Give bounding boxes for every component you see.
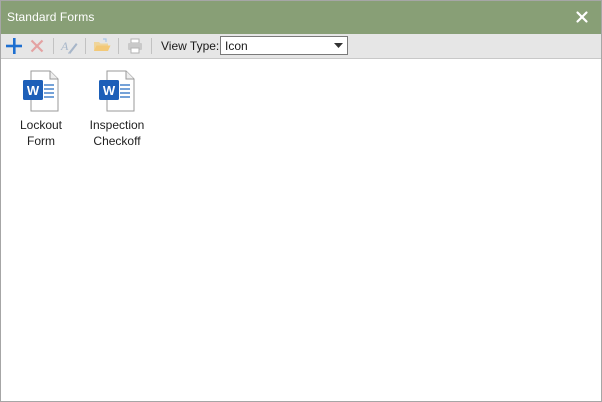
svg-text:W: W	[27, 83, 40, 98]
file-label: Lockout Form	[19, 118, 63, 148]
file-label: Inspection Checkoff	[89, 118, 145, 148]
svg-text:A: A	[60, 39, 69, 53]
open-folder-icon	[94, 38, 111, 51]
word-document-icon: W	[23, 70, 59, 112]
rename-icon: A	[60, 39, 78, 54]
word-document-icon: W	[99, 70, 135, 112]
print-button[interactable]	[125, 36, 145, 56]
view-type-label: View Type:	[161, 39, 220, 53]
print-icon	[128, 38, 142, 54]
toolbar: A View Type: Icon	[1, 34, 601, 59]
window-title: Standard Forms	[7, 10, 95, 24]
standard-forms-window: Standard Forms A View Type: Icon W Locko…	[0, 0, 602, 402]
toolbar-separator	[118, 38, 119, 54]
close-icon	[576, 11, 588, 23]
chevron-down-icon	[334, 43, 343, 48]
close-button[interactable]	[571, 6, 593, 28]
toolbar-separator	[53, 38, 54, 54]
title-bar: Standard Forms	[1, 1, 601, 34]
file-item-inspection-checkoff[interactable]: W Inspection Checkoff	[80, 69, 154, 151]
view-type-value: Icon	[225, 39, 248, 53]
open-folder-button[interactable]	[92, 36, 112, 56]
view-type-select[interactable]: Icon	[220, 36, 348, 55]
file-item-lockout-form[interactable]: W Lockout Form	[4, 69, 78, 151]
delete-x-icon	[30, 39, 44, 53]
add-button[interactable]	[4, 36, 24, 56]
rename-button[interactable]: A	[59, 36, 79, 56]
delete-button[interactable]	[27, 36, 47, 56]
forms-list: W Lockout Form W Inspection Checkoff	[1, 59, 601, 401]
toolbar-separator	[151, 38, 152, 54]
toolbar-separator	[85, 38, 86, 54]
plus-icon	[6, 38, 22, 54]
svg-text:W: W	[103, 83, 116, 98]
